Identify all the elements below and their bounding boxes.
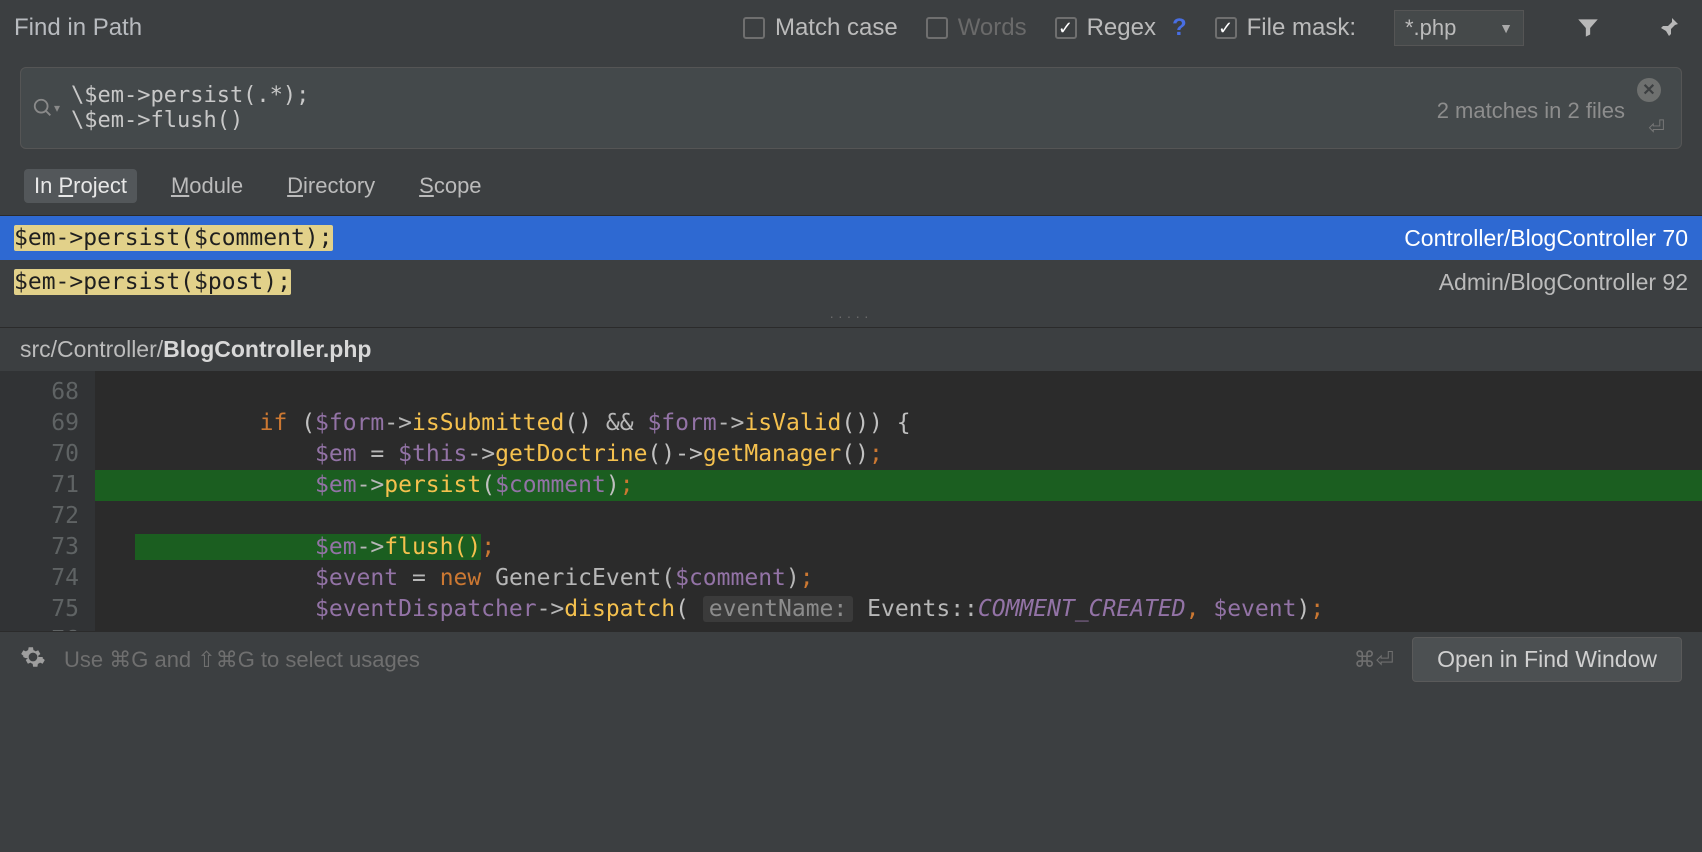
clear-search-button[interactable]: ✕	[1637, 78, 1661, 102]
splitter-handle[interactable]: ·····	[0, 304, 1702, 328]
results-list: $em->persist($comment); Controller/BlogC…	[0, 215, 1702, 304]
match-count: 2 matches in 2 files	[1437, 98, 1625, 124]
chevron-down-icon: ▼	[1499, 20, 1513, 36]
shortcut-hint: ⌘⏎	[1354, 647, 1394, 673]
enter-icon: ⏎	[1648, 115, 1665, 140]
filter-icon[interactable]	[1570, 10, 1606, 46]
pin-icon[interactable]	[1652, 10, 1688, 46]
regex-help-icon[interactable]: ?	[1172, 14, 1187, 42]
search-icon[interactable]: ▾	[21, 68, 71, 148]
file-mask-checkbox[interactable]: File mask:	[1215, 14, 1356, 42]
tab-module[interactable]: Module	[161, 169, 253, 203]
file-mask-value: *.php	[1405, 15, 1456, 41]
code-preview[interactable]: 686970717273747576 if ($form->isSubmitte…	[0, 371, 1702, 631]
result-row[interactable]: $em->persist($comment); Controller/BlogC…	[0, 216, 1702, 260]
words-checkbox[interactable]: Words	[926, 14, 1027, 42]
tab-scope[interactable]: Scope	[409, 169, 491, 203]
tab-in-project[interactable]: In Project	[24, 169, 137, 203]
search-input[interactable]: ▾ \$em->persist(.*); \$em->flush() 2 mat…	[20, 67, 1682, 149]
match-case-label: Match case	[775, 14, 898, 42]
file-mask-dropdown[interactable]: *.php ▼	[1394, 10, 1524, 46]
preview-file-path: src/Controller/BlogController.php	[0, 328, 1702, 371]
tab-directory[interactable]: Directory	[277, 169, 385, 203]
dialog-title: Find in Path	[14, 14, 142, 42]
words-label: Words	[958, 14, 1027, 42]
line-numbers: 686970717273747576	[0, 371, 95, 631]
match-case-checkbox[interactable]: Match case	[743, 14, 898, 42]
result-row[interactable]: $em->persist($post); Admin/BlogControlle…	[0, 260, 1702, 304]
regex-label: Regex	[1087, 14, 1156, 42]
settings-icon[interactable]	[20, 644, 46, 676]
usage-hint: Use ⌘G and ⇧⌘G to select usages	[64, 647, 420, 673]
regex-checkbox[interactable]: Regex ?	[1055, 14, 1187, 42]
file-mask-label: File mask:	[1247, 14, 1356, 42]
open-in-find-window-button[interactable]: Open in Find Window	[1412, 637, 1682, 682]
